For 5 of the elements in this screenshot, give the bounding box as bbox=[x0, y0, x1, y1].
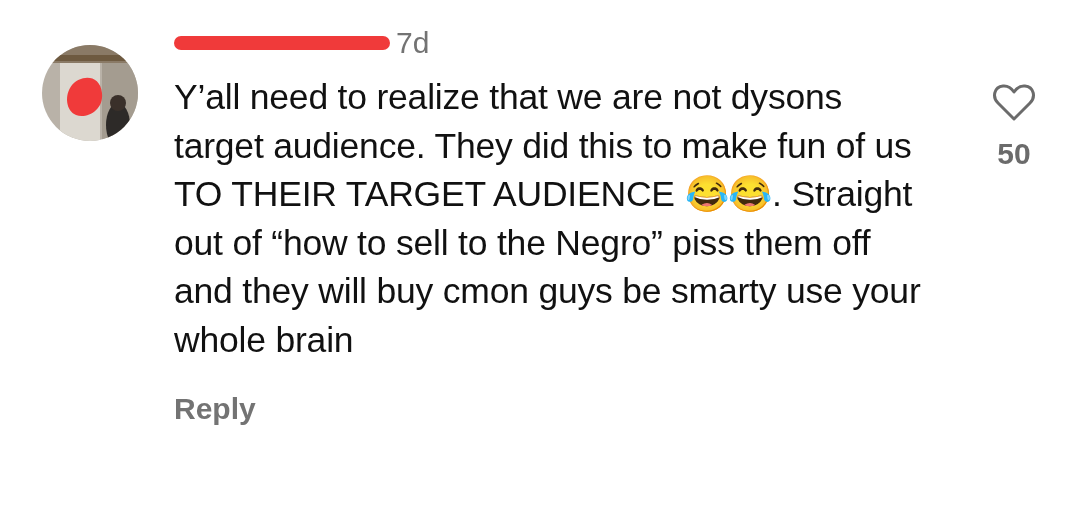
reply-button[interactable]: Reply bbox=[174, 392, 256, 426]
comment-text: Y’all need to realize that we are not dysons target audience. They did this to make fun of us TO THEIR TARGET AUDIENCE 😂😂. Straight out of “how to sell to the Negro” piss them off and they will buy cmon guys be smarty use your whole brain bbox=[174, 76, 922, 362]
comment-time: 7d bbox=[396, 26, 430, 60]
like-count: 50 bbox=[997, 137, 1031, 171]
heart-icon[interactable] bbox=[992, 83, 1036, 123]
